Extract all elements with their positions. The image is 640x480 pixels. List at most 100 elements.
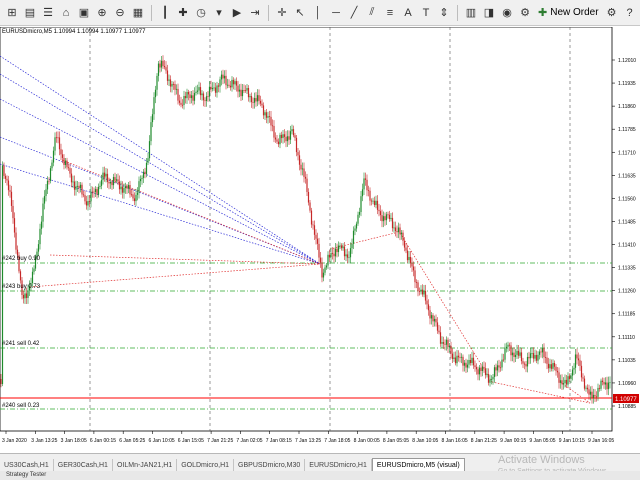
- candle-body: [382, 216, 385, 222]
- candle-body: [522, 361, 524, 364]
- new-order-button[interactable]: ✚ New Order: [535, 6, 602, 19]
- tab-eurusdmicro-m5[interactable]: EURUSDmicro,M5 (visual): [371, 458, 465, 471]
- candle-body: [24, 293, 26, 299]
- horizontal-line-icon[interactable]: ─: [328, 5, 344, 21]
- candle-body: [516, 350, 518, 355]
- candle-body: [315, 234, 317, 239]
- candle-body: [538, 351, 541, 355]
- profiles-icon[interactable]: ▤: [22, 5, 38, 21]
- candle-body: [195, 91, 197, 94]
- candle-body: [507, 344, 509, 347]
- tab-goldmicro[interactable]: GOLDmicro,H1: [177, 459, 235, 471]
- time-tick-label: 6 Jan 00:15: [90, 438, 116, 444]
- new-chart-icon[interactable]: ⊞: [4, 5, 20, 21]
- indicators-icon[interactable]: ✚: [175, 5, 191, 21]
- candle-body: [432, 315, 434, 322]
- candle-body: [379, 211, 382, 216]
- candle-body: [486, 374, 488, 376]
- time-tick-label: 9 Jan 10:15: [559, 438, 585, 444]
- data-window-icon[interactable]: ▥: [463, 5, 479, 21]
- price-chart[interactable]: 1.12010 1.11935 1.11860 1.11785 1.11710 1.116…: [0, 27, 640, 457]
- tab-gbpusdmicro[interactable]: GBPUSDmicro,M30: [234, 459, 306, 471]
- candle-body: [180, 102, 182, 105]
- candle-body: [595, 396, 598, 398]
- candle-body: [567, 376, 569, 385]
- candle-body: [129, 185, 131, 195]
- candle-body: [244, 90, 247, 92]
- candle-body: [499, 367, 502, 369]
- periods-icon[interactable]: ◷: [193, 5, 209, 21]
- candle-body: [553, 362, 556, 367]
- help-icon[interactable]: ?: [622, 5, 638, 21]
- label-icon[interactable]: T: [418, 5, 434, 21]
- candle-body: [142, 171, 145, 178]
- cursor-icon[interactable]: ↖: [292, 5, 308, 21]
- time-tick-label: 9 Jan 16:05: [588, 438, 614, 444]
- templates-icon[interactable]: ▾: [211, 5, 227, 21]
- candle-body: [417, 282, 419, 292]
- candle-body: [259, 100, 262, 104]
- candle-body: [477, 369, 479, 375]
- candle-body: [597, 387, 599, 397]
- trendline-icon[interactable]: ╱: [346, 5, 362, 21]
- candle-body: [151, 114, 154, 123]
- zoom-in-icon[interactable]: ⊕: [94, 5, 110, 21]
- candle-body: [237, 85, 239, 92]
- candle-body: [474, 365, 476, 368]
- candle-body: [118, 181, 121, 190]
- candle-body: [157, 63, 160, 76]
- candle-body: [3, 165, 5, 176]
- candle-body: [147, 158, 149, 163]
- crosshair-icon[interactable]: ✛: [274, 5, 290, 21]
- candle-body: [463, 362, 466, 366]
- zoom-out-icon[interactable]: ⊖: [112, 5, 128, 21]
- candle-body: [580, 365, 583, 378]
- bar-chart-icon[interactable]: ┃: [157, 5, 173, 21]
- navigator-icon[interactable]: ⌂: [58, 5, 74, 21]
- candle-body: [316, 238, 319, 244]
- candle-body: [514, 354, 517, 358]
- candle-body: [318, 243, 320, 258]
- tile-windows-icon[interactable]: ▦: [130, 5, 146, 21]
- candle-body: [60, 149, 62, 155]
- channel-icon[interactable]: ⫽: [364, 5, 380, 21]
- candle-body: [423, 290, 425, 295]
- candle-body: [582, 377, 584, 379]
- candle-body: [276, 139, 278, 142]
- candle-body: [102, 172, 104, 181]
- candle-body: [367, 190, 370, 192]
- text-icon[interactable]: A: [400, 5, 416, 21]
- candle-body: [291, 129, 293, 132]
- candle-body: [58, 137, 61, 150]
- chart-shift-icon[interactable]: ⇥: [247, 5, 263, 21]
- candle-body: [300, 164, 302, 170]
- tab-oil[interactable]: OILMn-JAN21,H1: [113, 459, 178, 471]
- market-watch-icon[interactable]: ☰: [40, 5, 56, 21]
- candle-body: [240, 89, 242, 97]
- candle-body: [559, 380, 562, 383]
- candle-body: [250, 96, 253, 103]
- strategy-tester-icon[interactable]: ◨: [481, 5, 497, 21]
- fibonacci-icon[interactable]: ≡: [382, 5, 398, 21]
- toolbar-separator: [457, 4, 458, 21]
- candle-body: [190, 95, 193, 99]
- candle-body: [409, 256, 412, 264]
- price-tick-label: 1.12010: [618, 58, 636, 64]
- alert-icon[interactable]: ◉: [499, 5, 515, 21]
- arrows-icon[interactable]: ⇕: [436, 5, 452, 21]
- tab-us30cash[interactable]: US30Cash,H1: [0, 459, 54, 471]
- candle-body: [609, 382, 611, 384]
- tab-eurusdmicro-h1[interactable]: EURUSDmicro,H1: [305, 459, 372, 471]
- expert-advisors-icon[interactable]: ⚙: [517, 5, 533, 21]
- autoscroll-icon[interactable]: ▶: [229, 5, 245, 21]
- order-label-240: #240 sell 0.23: [2, 403, 40, 409]
- tab-ger30cash[interactable]: GER30Cash,H1: [54, 459, 113, 471]
- candle-body: [133, 198, 136, 202]
- vertical-line-icon[interactable]: │: [310, 5, 326, 21]
- candle-body: [412, 266, 415, 271]
- terminal-icon[interactable]: ▣: [76, 5, 92, 21]
- candle-body: [343, 246, 346, 257]
- settings-icon[interactable]: ⚙: [604, 5, 620, 21]
- candle-body: [141, 177, 143, 180]
- time-tick-label: 3 Jan 18:05: [61, 438, 87, 444]
